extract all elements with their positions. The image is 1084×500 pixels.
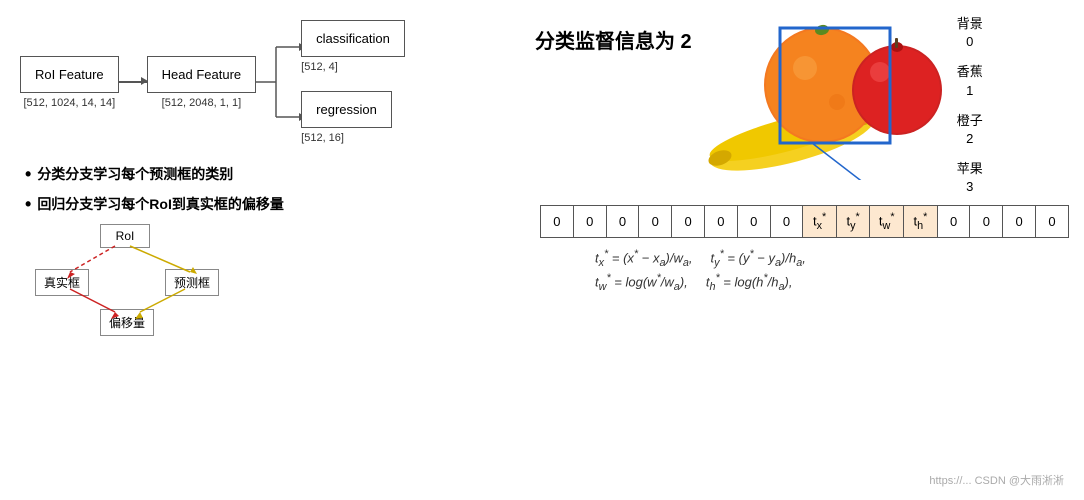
roi-feature-col: RoI Feature [512, 1024, 14, 14] xyxy=(20,56,119,109)
left-section: RoI Feature [512, 1024, 14, 14] Head Fea… xyxy=(15,10,535,490)
legend-apple-name: 苹果 xyxy=(957,160,983,178)
bullets: • 分类分支学习每个预测框的类别 • 回归分支学习每个RoI到真实框的偏移量 xyxy=(25,164,535,214)
small-truth-box: 真实框 xyxy=(35,269,89,296)
legend-orange-num: 2 xyxy=(966,130,973,148)
formula-1: tx* = (x* − xa)/wa, ty* = (y* − ya)/ha, xyxy=(595,248,1069,269)
legend-bg-name: 背景 xyxy=(957,15,983,33)
legend-apple-num: 3 xyxy=(966,178,973,196)
formula-section: tx* = (x* − xa)/wa, ty* = (y* − ya)/ha, … xyxy=(595,248,1069,298)
one-hot-row: 0 0 0 0 0 0 0 0 tx* ty* tw* th* 0 0 xyxy=(541,205,1069,237)
flow-branch: classification [512, 4] regression [512,… xyxy=(301,20,405,144)
bullet-dot-1: • xyxy=(25,165,31,183)
classification-branch: classification [512, 4] xyxy=(301,20,405,73)
small-pred-label: 预测框 xyxy=(174,276,210,290)
roi-feature-label: RoI Feature xyxy=(35,67,104,82)
cell-4: 0 xyxy=(672,205,705,237)
small-roi-label: RoI xyxy=(116,229,135,243)
cell-12: 0 xyxy=(937,205,970,237)
regression-shape: [512, 16] xyxy=(301,132,344,144)
small-offset-label: 偏移量 xyxy=(109,316,145,330)
cell-2: 0 xyxy=(606,205,639,237)
legend-apple: 苹果 3 xyxy=(957,160,983,196)
regression-label: regression xyxy=(316,102,377,117)
small-diagram: RoI 真实框 预测框 偏移量 xyxy=(35,224,235,334)
classification-label: classification xyxy=(316,31,390,46)
right-top: 分类监督信息为 2 xyxy=(535,10,1069,197)
legend-banana: 香蕉 1 xyxy=(957,63,983,99)
bullet-text-2: 回归分支学习每个RoI到真实框的偏移量 xyxy=(37,194,284,214)
classification-shape: [512, 4] xyxy=(301,61,338,73)
class-label: 分类监督信息为 2 xyxy=(535,25,692,54)
small-roi-box: RoI xyxy=(100,224,150,248)
one-hot-section: 0 0 0 0 0 0 0 0 tx* ty* tw* th* 0 0 xyxy=(540,205,1069,238)
legend-orange-name: 橙子 xyxy=(957,112,983,130)
fruit-svg xyxy=(702,10,942,180)
bullet-2: • 回归分支学习每个RoI到真实框的偏移量 xyxy=(25,194,535,214)
arrow-1 xyxy=(119,81,147,83)
cell-14: 0 xyxy=(1003,205,1036,237)
legend-banana-num: 1 xyxy=(966,82,973,100)
cell-tx: tx* xyxy=(803,205,836,237)
head-feature-label: Head Feature xyxy=(162,67,242,82)
branch-svg xyxy=(256,22,306,142)
cell-5: 0 xyxy=(704,205,737,237)
bullet-text-1: 分类分支学习每个预测框的类别 xyxy=(37,164,233,184)
fruit-image-area xyxy=(702,10,942,180)
cell-7: 0 xyxy=(770,205,803,237)
cell-3: 0 xyxy=(639,205,672,237)
cell-0: 0 xyxy=(541,205,574,237)
head-feature-shape: [512, 2048, 1, 1] xyxy=(162,97,242,109)
roi-feature-box: RoI Feature xyxy=(20,56,119,93)
legend-bg: 背景 0 xyxy=(957,15,983,51)
cell-15: 0 xyxy=(1036,205,1069,237)
cell-1: 0 xyxy=(573,205,606,237)
legend-bg-num: 0 xyxy=(966,33,973,51)
legend: 背景 0 香蕉 1 橙子 2 苹果 3 xyxy=(957,15,983,197)
legend-banana-name: 香蕉 xyxy=(957,63,983,81)
bullet-1: • 分类分支学习每个预测框的类别 xyxy=(25,164,535,184)
flow-diagram: RoI Feature [512, 1024, 14, 14] Head Fea… xyxy=(20,20,535,144)
formula-2: tw* = log(w*/wa), th* = log(h*/ha), xyxy=(595,272,1069,293)
cell-13: 0 xyxy=(970,205,1003,237)
small-truth-label: 真实框 xyxy=(44,276,80,290)
one-hot-table: 0 0 0 0 0 0 0 0 tx* ty* tw* th* 0 0 xyxy=(540,205,1069,238)
small-pred-box: 预测框 xyxy=(165,269,219,296)
head-feature-col: Head Feature [512, 2048, 1, 1] xyxy=(147,56,257,109)
cell-6: 0 xyxy=(737,205,770,237)
bullet-dot-2: • xyxy=(25,195,31,213)
head-feature-box: Head Feature xyxy=(147,56,257,93)
small-offset-box: 偏移量 xyxy=(100,309,154,336)
cell-tw: tw* xyxy=(870,205,904,237)
cell-ty: ty* xyxy=(836,205,869,237)
cell-th: th* xyxy=(904,205,938,237)
main-container: RoI Feature [512, 1024, 14, 14] Head Fea… xyxy=(0,0,1084,500)
regression-box: regression xyxy=(301,91,392,128)
watermark: https://... CSDN @大雨淅淅 xyxy=(929,472,1064,488)
legend-orange: 橙子 2 xyxy=(957,112,983,148)
regression-branch: regression [512, 16] xyxy=(301,91,405,144)
classification-box: classification xyxy=(301,20,405,57)
roi-feature-shape: [512, 1024, 14, 14] xyxy=(23,97,115,109)
right-section: 分类监督信息为 2 xyxy=(535,10,1069,490)
